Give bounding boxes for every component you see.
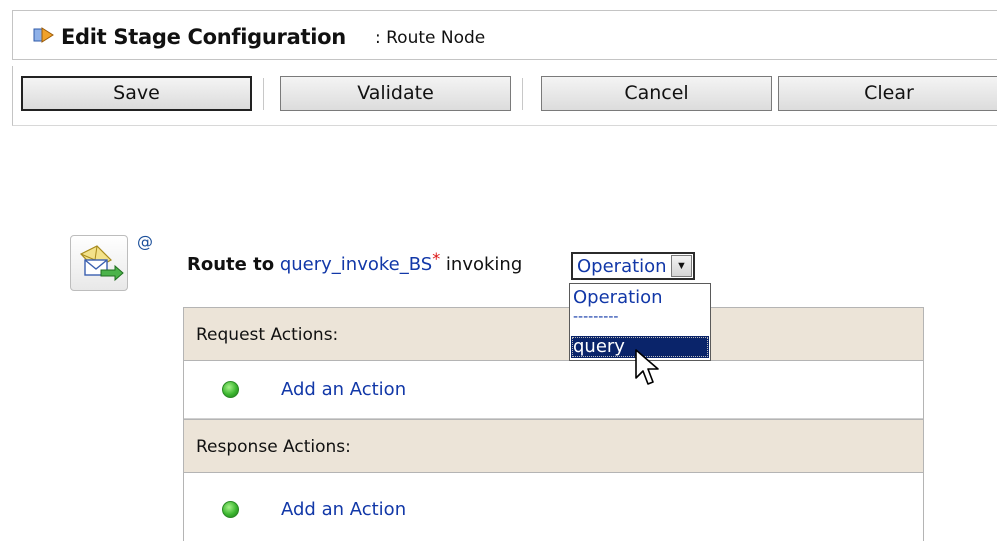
- add-action-icon: [222, 501, 239, 518]
- page-title: Edit Stage Configuration: [61, 25, 346, 49]
- request-actions-label: Request Actions:: [196, 325, 339, 345]
- route-target-link[interactable]: query_invoke_BS: [280, 254, 432, 275]
- route-line: Route to query_invoke_BS* invoking: [187, 249, 523, 280]
- save-button[interactable]: Save: [21, 76, 252, 111]
- request-add-action-row: Add an Action: [184, 361, 923, 419]
- toolbar-separator: [522, 78, 523, 110]
- invoking-label: invoking: [445, 254, 523, 275]
- page-subtitle: : Route Node: [375, 28, 486, 48]
- response-actions-label: Response Actions:: [196, 437, 351, 457]
- chevron-down-icon[interactable]: ▼: [671, 255, 692, 277]
- page-header: Edit Stage Configuration : Route Node: [12, 10, 997, 60]
- operation-select[interactable]: Operation ▼: [571, 252, 695, 280]
- route-envelope-icon[interactable]: [70, 235, 128, 291]
- request-actions-header: Request Actions:: [184, 307, 923, 361]
- response-add-action-link[interactable]: Add an Action: [281, 499, 406, 520]
- actions-panel: Request Actions: Add an Action Response …: [183, 307, 924, 541]
- route-label: Route to: [187, 254, 275, 275]
- response-actions-header: Response Actions:: [184, 419, 923, 473]
- option-operation[interactable]: Operation: [571, 287, 709, 311]
- at-marker: @: [137, 232, 153, 251]
- option-separator: ---------: [573, 309, 619, 325]
- required-marker: *: [432, 249, 441, 268]
- validate-button[interactable]: Validate: [280, 76, 511, 111]
- mouse-cursor-icon: [635, 349, 659, 385]
- clear-button[interactable]: Clear: [778, 76, 997, 111]
- cancel-button[interactable]: Cancel: [541, 76, 772, 111]
- operation-select-value: Operation: [577, 256, 667, 277]
- toolbar-separator: [263, 78, 264, 110]
- envelope-icon: [80, 245, 124, 282]
- response-add-action-row: Add an Action: [184, 473, 923, 541]
- add-action-icon: [222, 381, 239, 398]
- toolbar: Save Validate Cancel Clear: [12, 66, 997, 126]
- request-add-action-link[interactable]: Add an Action: [281, 379, 406, 400]
- stage-config-icon: [33, 27, 54, 43]
